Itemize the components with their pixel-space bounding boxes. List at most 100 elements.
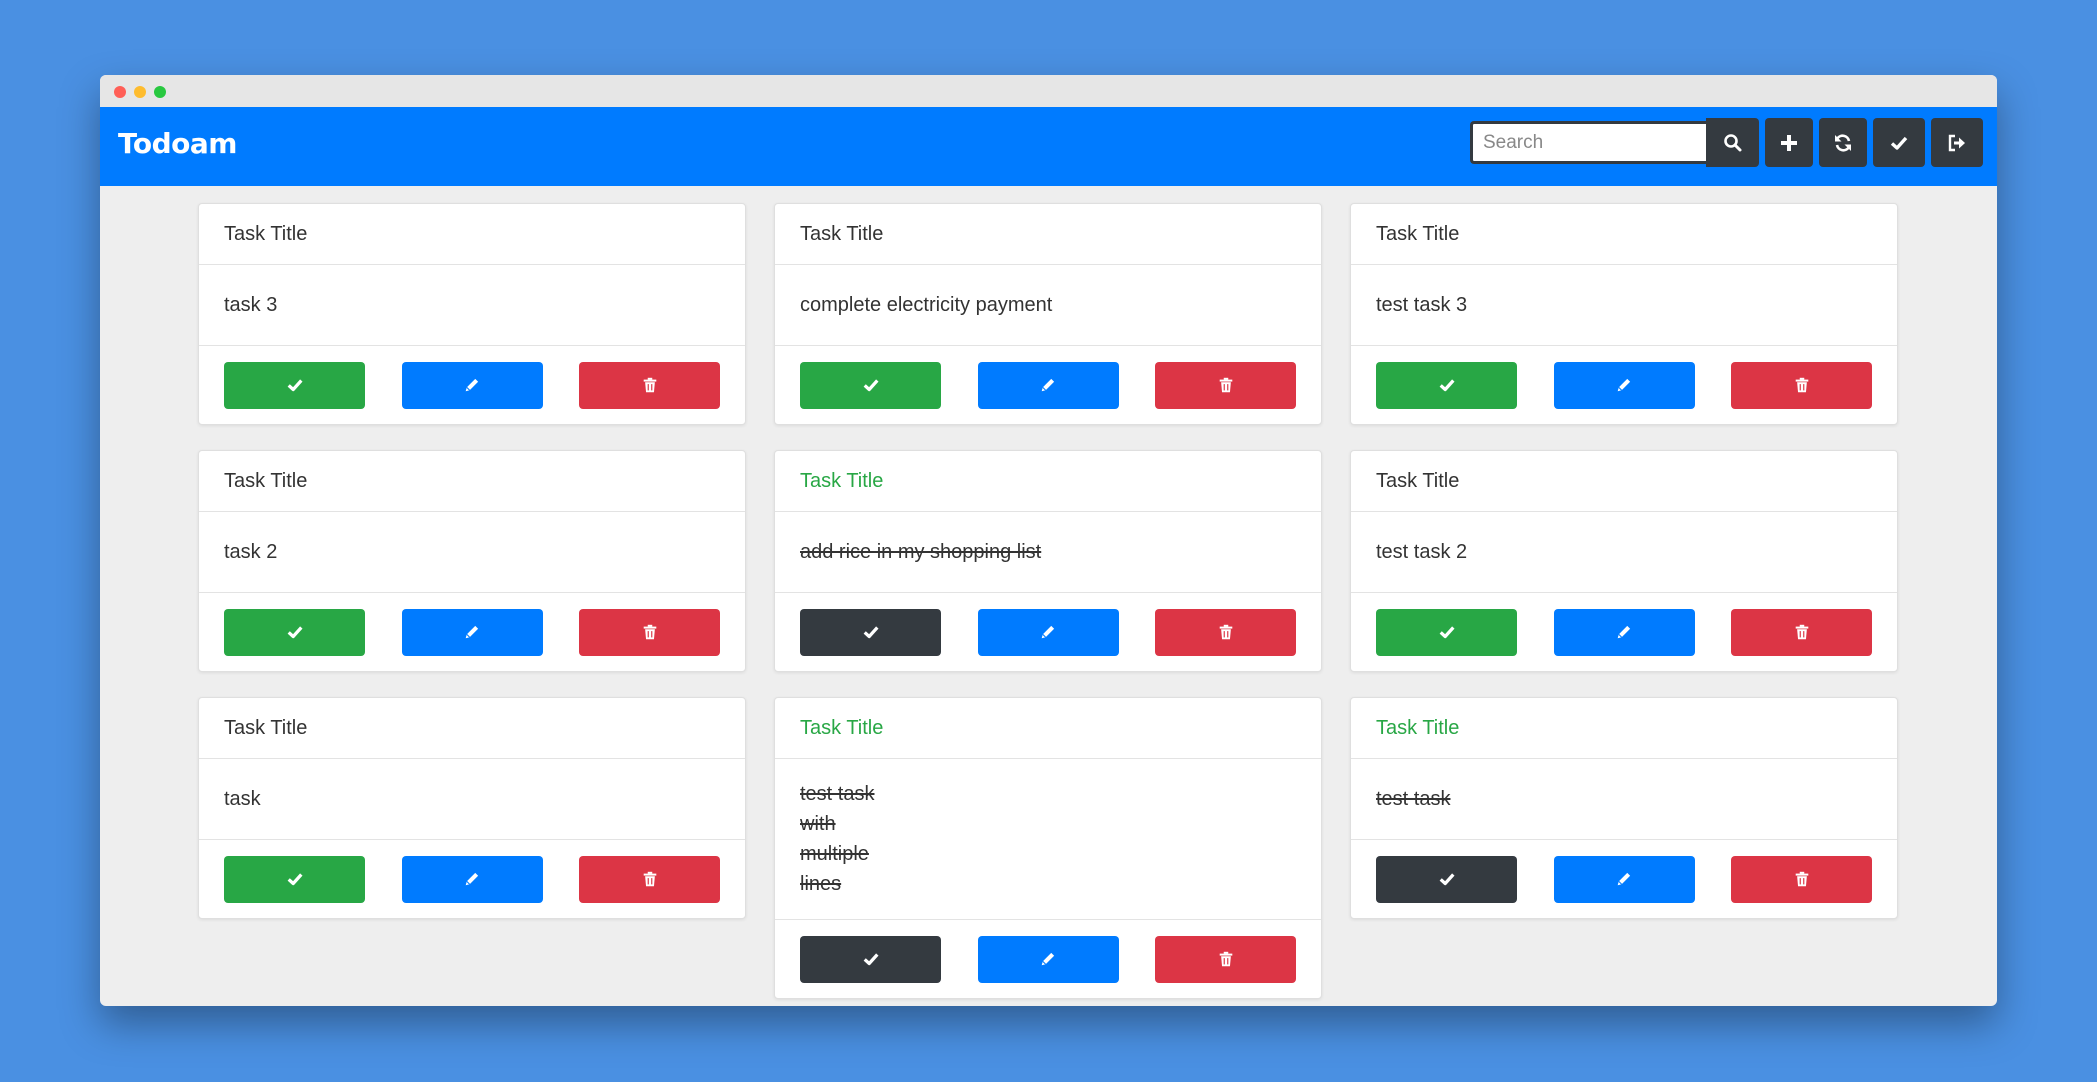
delete-task-button[interactable] xyxy=(579,855,720,903)
complete-task-button[interactable] xyxy=(224,608,365,656)
pencil-icon xyxy=(1615,623,1633,641)
edit-task-button[interactable] xyxy=(401,361,543,409)
window-titlebar xyxy=(100,75,1997,107)
task-text-line: with xyxy=(800,813,836,835)
task-description: test task 3 xyxy=(1351,265,1897,346)
minimize-window-dot[interactable] xyxy=(134,86,146,98)
trash-icon xyxy=(1793,376,1811,394)
task-description: complete electricity payment xyxy=(775,265,1321,346)
trash-icon xyxy=(641,376,659,394)
edit-task-button[interactable] xyxy=(401,855,543,903)
check-icon xyxy=(1889,133,1909,153)
trash-icon xyxy=(1217,623,1235,641)
task-card: Task Title test task 3 xyxy=(1350,203,1898,425)
search-button[interactable] xyxy=(1706,118,1759,167)
edit-task-button[interactable] xyxy=(977,361,1119,409)
trash-icon xyxy=(1793,623,1811,641)
complete-task-button[interactable] xyxy=(1376,855,1517,903)
task-title: Task Title xyxy=(1351,451,1897,512)
task-title: Task Title xyxy=(199,451,745,512)
complete-task-button[interactable] xyxy=(224,361,365,409)
browser-window: Todoam Search Task Title task 3 Task Tit… xyxy=(100,75,1997,1006)
task-text-line: task 2 xyxy=(224,541,278,563)
delete-task-button[interactable] xyxy=(579,361,720,409)
task-card: Task Title complete electricity payment xyxy=(774,203,1322,425)
task-title: Task Title xyxy=(775,698,1321,759)
complete-task-button[interactable] xyxy=(800,608,941,656)
task-text-line: lines xyxy=(800,873,842,895)
trash-icon xyxy=(1217,950,1235,968)
task-description: task xyxy=(199,759,745,840)
task-actions xyxy=(1351,346,1897,424)
task-actions xyxy=(775,920,1321,998)
complete-task-button[interactable] xyxy=(1376,608,1517,656)
task-actions xyxy=(199,346,745,424)
search-input[interactable] xyxy=(1470,121,1706,164)
add-task-button[interactable] xyxy=(1765,118,1813,167)
check-icon xyxy=(862,950,880,968)
navbar: Todoam xyxy=(100,107,1997,186)
refresh-button[interactable] xyxy=(1819,118,1867,167)
trash-icon xyxy=(641,623,659,641)
task-title: Task Title xyxy=(199,698,745,759)
maximize-window-dot[interactable] xyxy=(154,86,166,98)
task-actions xyxy=(199,840,745,918)
pencil-icon xyxy=(1039,376,1057,394)
task-text-line: test task xyxy=(1376,788,1451,810)
pencil-icon xyxy=(463,623,481,641)
edit-task-button[interactable] xyxy=(1553,608,1695,656)
delete-task-button[interactable] xyxy=(1731,855,1872,903)
task-text-line: add rice in my shopping list xyxy=(800,541,1042,563)
task-actions xyxy=(1351,593,1897,671)
task-text-line: task xyxy=(224,788,261,810)
complete-task-button[interactable] xyxy=(1376,361,1517,409)
task-text-line: test task 3 xyxy=(1376,294,1468,316)
delete-task-button[interactable] xyxy=(1155,361,1296,409)
task-actions xyxy=(775,593,1321,671)
complete-task-button[interactable] xyxy=(800,361,941,409)
edit-task-button[interactable] xyxy=(977,608,1119,656)
task-card: Task Title add rice in my shopping list xyxy=(774,450,1322,672)
plus-icon xyxy=(1779,133,1799,153)
complete-task-button[interactable] xyxy=(224,855,365,903)
delete-task-button[interactable] xyxy=(1731,361,1872,409)
task-title: Task Title xyxy=(775,451,1321,512)
task-description: task 2 xyxy=(199,512,745,593)
delete-task-button[interactable] xyxy=(579,608,720,656)
task-text-line: task 3 xyxy=(224,294,278,316)
task-card: Task Title test task xyxy=(1350,697,1898,919)
check-icon xyxy=(286,870,304,888)
task-card: Task Title test task with multiple lines xyxy=(774,697,1322,999)
edit-task-button[interactable] xyxy=(977,935,1119,983)
task-text-line: multiple xyxy=(800,843,869,865)
check-icon xyxy=(286,623,304,641)
check-icon xyxy=(1438,870,1456,888)
edit-task-button[interactable] xyxy=(1553,361,1695,409)
pencil-icon xyxy=(1039,950,1057,968)
task-description: test task with multiple lines xyxy=(775,759,1321,920)
close-window-dot[interactable] xyxy=(114,86,126,98)
logout-button[interactable] xyxy=(1931,118,1983,167)
delete-task-button[interactable] xyxy=(1731,608,1872,656)
task-card: Task Title task xyxy=(198,697,746,919)
edit-task-button[interactable] xyxy=(401,608,543,656)
complete-task-button[interactable] xyxy=(800,935,941,983)
delete-task-button[interactable] xyxy=(1155,608,1296,656)
pencil-icon xyxy=(463,376,481,394)
task-title: Task Title xyxy=(775,204,1321,265)
edit-task-button[interactable] xyxy=(1553,855,1695,903)
task-title: Task Title xyxy=(199,204,745,265)
pencil-icon xyxy=(1615,376,1633,394)
task-card: Task Title task 3 xyxy=(198,203,746,425)
search-icon xyxy=(1723,133,1743,153)
check-icon xyxy=(286,376,304,394)
task-description: test task xyxy=(1351,759,1897,840)
task-card: Task Title test task 2 xyxy=(1350,450,1898,672)
delete-task-button[interactable] xyxy=(1155,935,1296,983)
task-description: add rice in my shopping list xyxy=(775,512,1321,593)
task-text-line: complete electricity payment xyxy=(800,294,1053,316)
brand-logo[interactable]: Todoam xyxy=(118,127,237,160)
pencil-icon xyxy=(463,870,481,888)
mark-all-done-button[interactable] xyxy=(1873,118,1925,167)
trash-icon xyxy=(1217,376,1235,394)
